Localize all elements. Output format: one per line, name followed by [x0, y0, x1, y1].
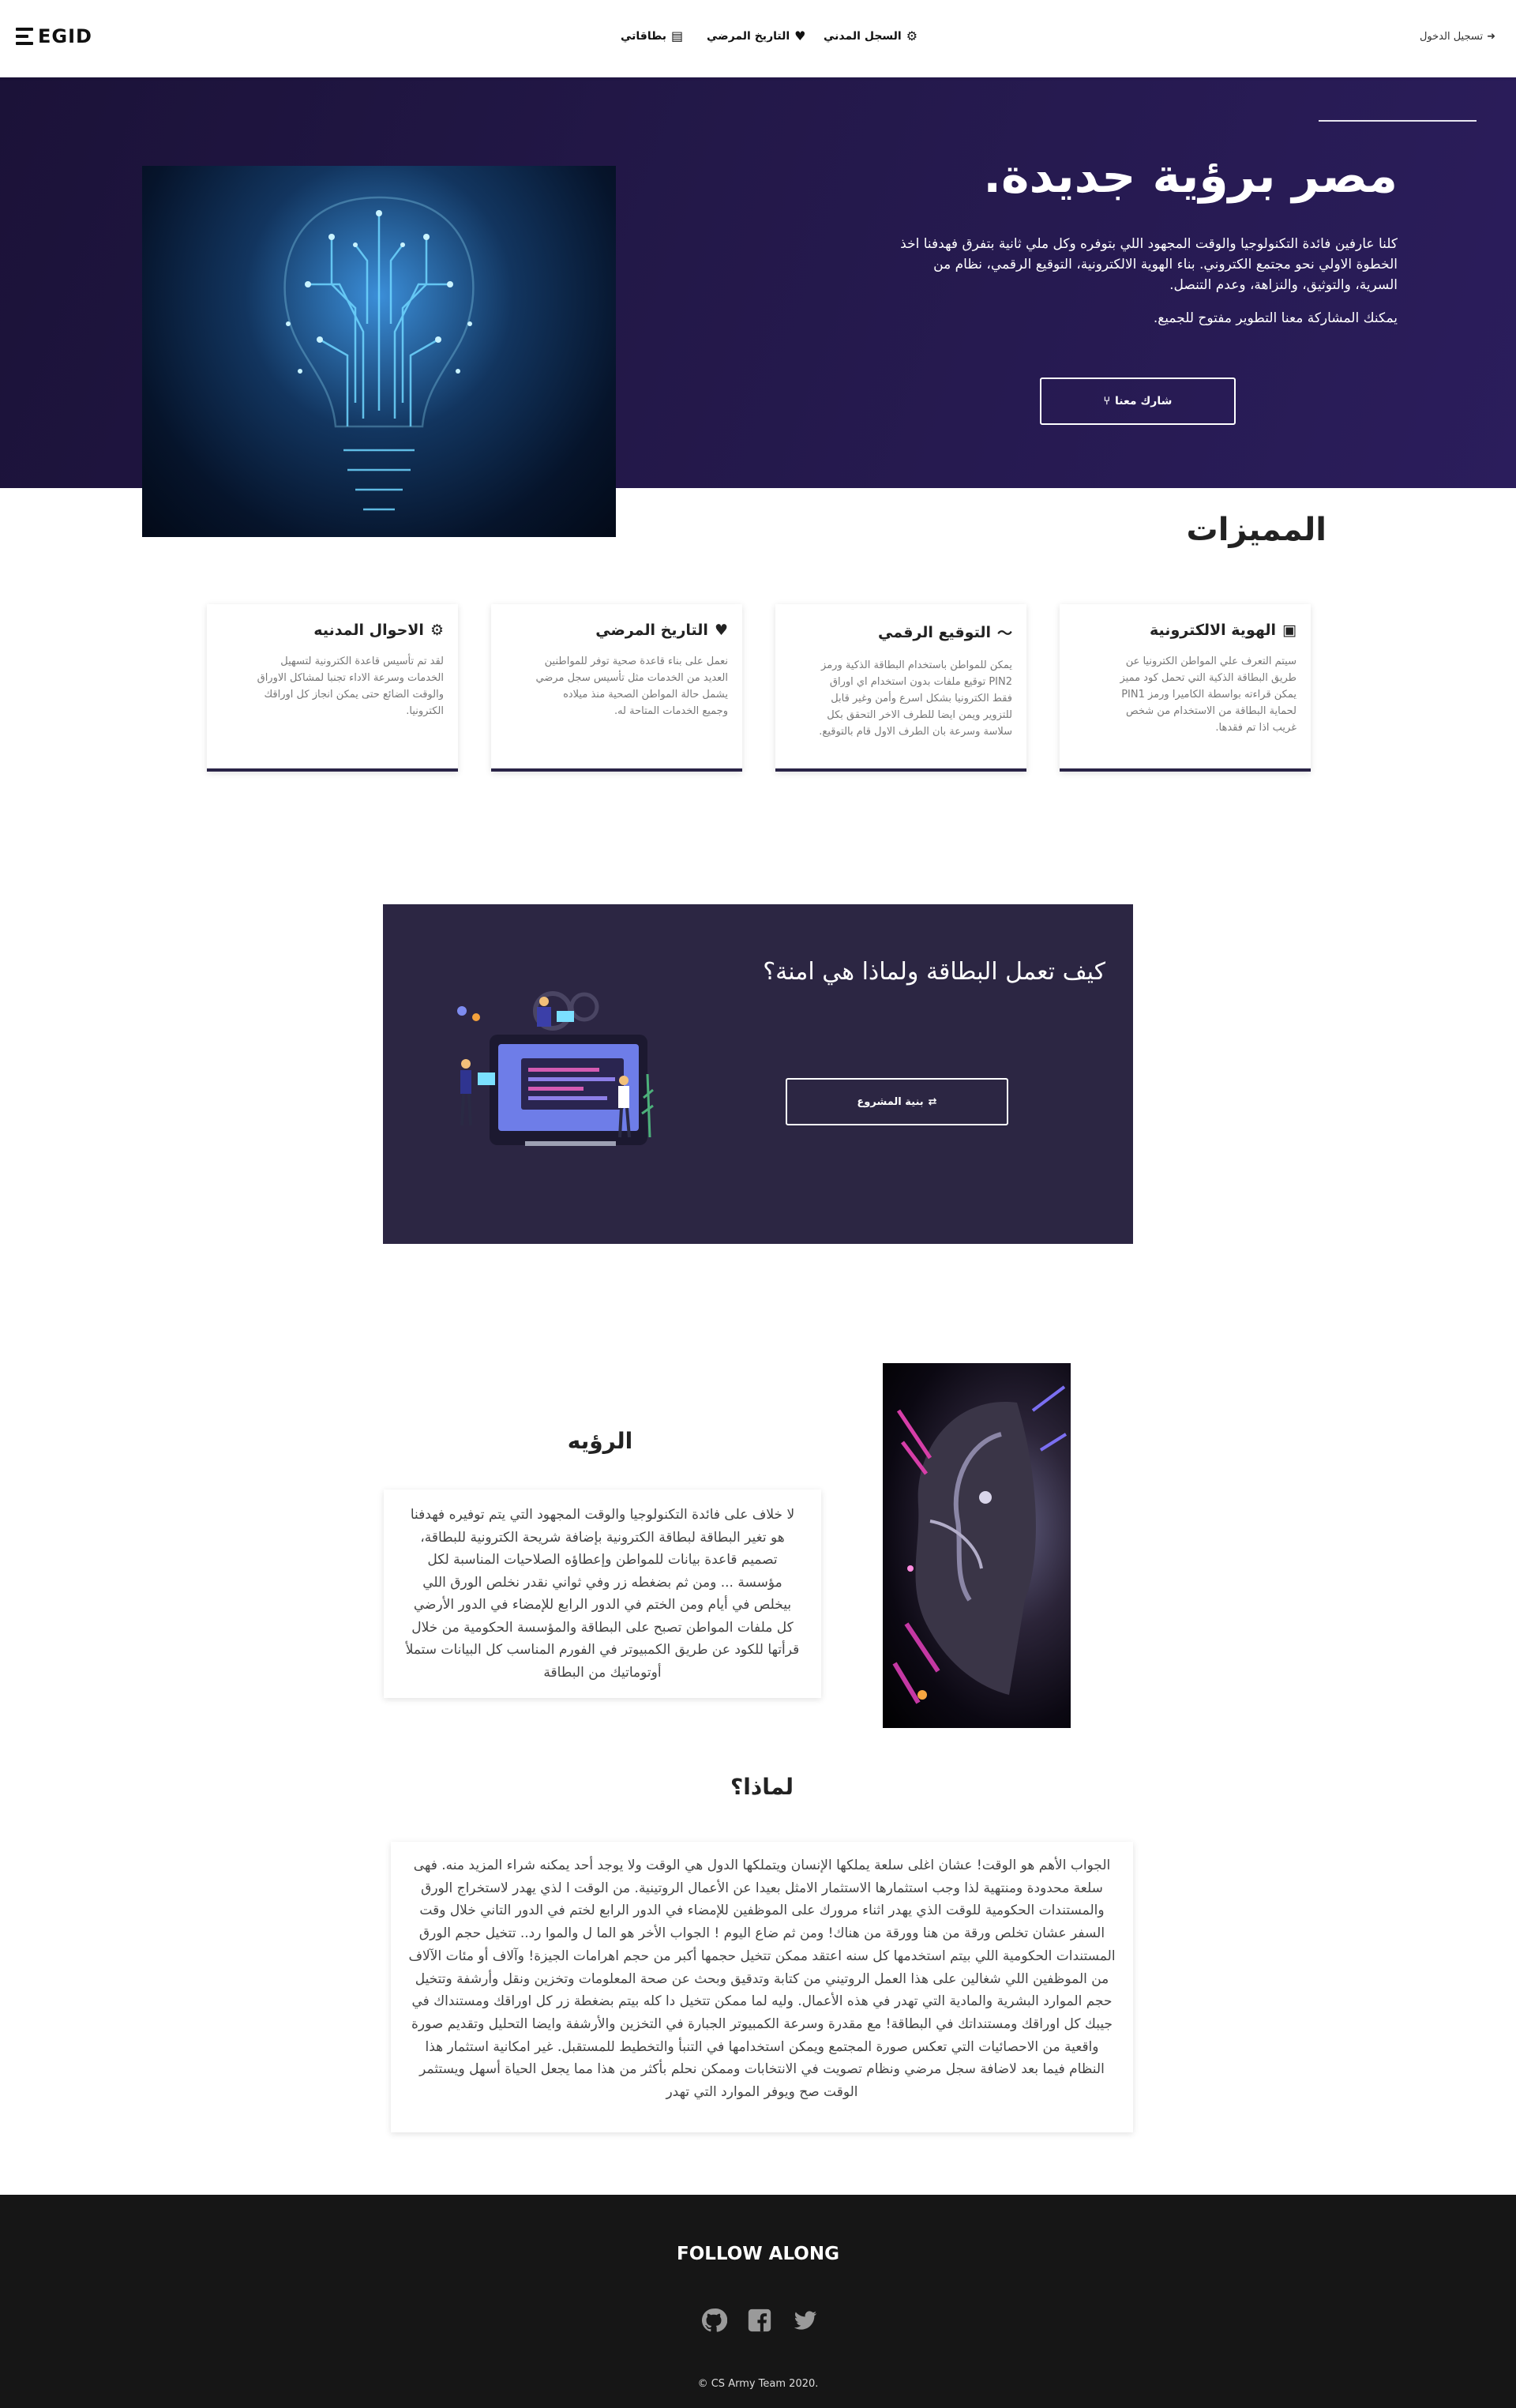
- top-navbar: EGID السجل المدني ⚙ التاريخ المرضي ♥ بطا…: [0, 0, 1516, 77]
- feature-card-signature-text: يمكن للمواطن باستخدام البطاقة الذكية ورم…: [819, 659, 1012, 738]
- id-card-icon: ▣: [1282, 622, 1296, 639]
- facebook-icon[interactable]: [745, 2305, 775, 2335]
- nav-my-cards-label: بطاقاتي: [621, 30, 666, 43]
- why-title: لماذا؟: [730, 1774, 794, 1800]
- vision-title: الرؤيه: [567, 1428, 633, 1454]
- signature-icon: 〜: [996, 625, 1012, 642]
- login-link[interactable]: تسجيل الدخول ➜: [1420, 31, 1495, 43]
- why-text-box: الجواب الأهم هو الوقت! عشان اغلى سلعة يم…: [391, 1842, 1133, 2132]
- menu-bars-icon: [16, 28, 33, 45]
- how-it-works-title: كيف تعمل البطاقة ولماذا هي امنة؟: [763, 958, 1105, 986]
- feature-card-civil-heading: ⚙ الاحوال المدنيه: [221, 622, 444, 639]
- hero-section: مصر برؤية جديدة. كلنا عارفين فائدة التكن…: [0, 77, 1516, 537]
- feature-card-eid: ▣ الهوية الالكترونية سيتم التعرف علي المو…: [1060, 604, 1311, 772]
- project-structure-label: بنية المشروع: [857, 1095, 924, 1108]
- code-branch-icon: ⑂: [1103, 395, 1111, 408]
- brand-name: EGID: [38, 25, 92, 47]
- cyber-face-illustration: [892, 1385, 1068, 1704]
- nav-civil-registry[interactable]: السجل المدني ⚙: [824, 30, 917, 43]
- project-structure-button[interactable]: بنية المشروع ⇄: [786, 1078, 1008, 1125]
- footer: FOLLOW ALONG © CS Army Team 2020.: [0, 2195, 1516, 2408]
- vision-text-box: لا خلاف على فائدة التكنولوجيا والوقت الم…: [384, 1490, 821, 1698]
- feature-card-medical-heading: ♥ التاريخ المرضي: [505, 622, 728, 639]
- feature-card-signature: 〜 التوقيع الرقمي يمكن للمواطن باستخدام ال…: [775, 604, 1026, 772]
- feature-card-eid-title: الهوية الالكترونية: [1150, 622, 1277, 639]
- hero-subtext: يمكنك المشاركة معنا التطوير مفتوح للجميع…: [1153, 310, 1398, 326]
- feature-card-civil: ⚙ الاحوال المدنيه لقد تم تأسيس قاعدة الكت…: [207, 604, 458, 772]
- how-it-works-section: كيف تعمل البطاقة ولماذا هي امنة؟ بنية ال…: [383, 904, 1133, 1244]
- hero-bulb-image: [142, 166, 616, 537]
- circuit-bulb-illustration: [283, 196, 475, 511]
- feature-card-medical-title: التاريخ المرضي: [595, 622, 708, 639]
- cogs-icon: ⚙: [906, 28, 918, 43]
- heartbeat-icon: ♥: [794, 28, 806, 43]
- feature-card-civil-text: لقد تم تأسيس قاعدة الكترونية لتسهيل الخد…: [257, 656, 444, 717]
- nav-civil-registry-label: السجل المدني: [824, 30, 902, 43]
- heartbeat-icon: ♥: [714, 622, 728, 639]
- developers-illustration: [457, 991, 654, 1146]
- features-title: المميزات: [1186, 512, 1326, 548]
- feature-card-signature-title: التوقيع الرقمي: [878, 623, 991, 641]
- feature-card-eid-text: سيتم التعرف علي المواطن الكترونيا عن طري…: [1120, 656, 1296, 734]
- twitter-icon[interactable]: [790, 2305, 820, 2335]
- nav-medical-history-label: التاريخ المرضي: [707, 30, 790, 43]
- github-icon[interactable]: [699, 2305, 729, 2335]
- join-us-label: شارك معنا: [1115, 395, 1173, 408]
- feature-card-signature-heading: 〜 التوقيع الرقمي: [790, 622, 1012, 643]
- feature-card-civil-title: الاحوال المدنيه: [313, 622, 424, 639]
- follow-along-title: FOLLOW ALONG: [676, 2244, 839, 2264]
- id-card-icon: ▤: [671, 28, 684, 43]
- brand-logo[interactable]: EGID: [16, 25, 92, 47]
- nav-my-cards[interactable]: بطاقاتي ▤: [621, 30, 683, 43]
- hero-title: مصر برؤية جديدة.: [983, 148, 1398, 204]
- social-links: [699, 2305, 820, 2335]
- feature-card-medical-text: نعمل على بناء قاعدة صحية توفر للمواطنين …: [535, 656, 728, 717]
- feature-card-eid-heading: ▣ الهوية الالكترونية: [1074, 622, 1296, 639]
- vision-face-image: [883, 1363, 1071, 1728]
- cogs-icon: ⚙: [430, 622, 444, 639]
- sign-in-icon: ➜: [1487, 31, 1495, 43]
- hero-text: كلنا عارفين فائدة التكنولوجيا والوقت الم…: [900, 236, 1398, 293]
- feature-card-medical: ♥ التاريخ المرضي نعمل على بناء قاعدة صحية…: [491, 604, 742, 772]
- copyright-text: © CS Army Team 2020.: [697, 2378, 819, 2390]
- join-us-button[interactable]: ⑂ شارك معنا: [1040, 378, 1236, 425]
- hero-divider: [1319, 120, 1477, 122]
- nav-medical-history[interactable]: التاريخ المرضي ♥: [707, 30, 806, 43]
- login-label: تسجيل الدخول: [1419, 31, 1484, 43]
- project-diagram-icon: ⇄: [928, 1095, 937, 1108]
